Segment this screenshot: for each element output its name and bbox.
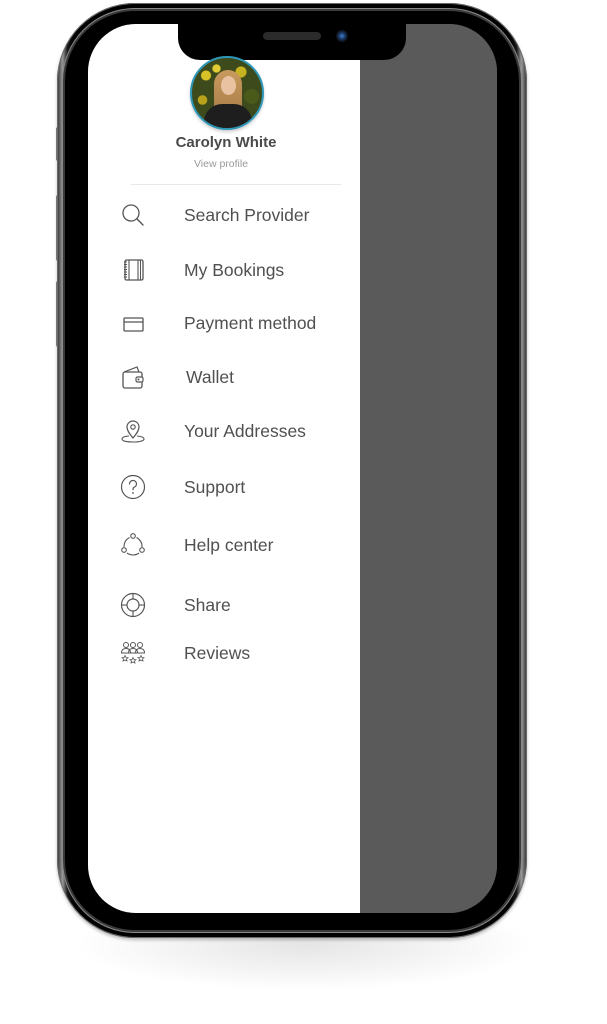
menu-item-my-bookings[interactable]: My Bookings bbox=[116, 253, 346, 287]
avatar[interactable] bbox=[190, 56, 264, 130]
menu-item-payment-method[interactable]: Payment method bbox=[116, 306, 346, 340]
avatar-body bbox=[204, 104, 252, 128]
menu-item-search-provider[interactable]: Search Provider bbox=[116, 198, 346, 232]
group-rating-icon bbox=[119, 640, 147, 666]
network-nodes-icon bbox=[119, 532, 147, 558]
menu-item-support[interactable]: Support bbox=[116, 470, 346, 504]
menu-item-your-addresses[interactable]: Your Addresses bbox=[116, 414, 346, 448]
menu-item-label: Wallet bbox=[186, 367, 234, 387]
menu-item-label: My Bookings bbox=[184, 260, 285, 280]
lifebuoy-icon bbox=[119, 592, 147, 618]
front-camera bbox=[336, 30, 348, 42]
speaker-grille bbox=[263, 32, 321, 40]
menu-item-wallet[interactable]: Wallet bbox=[116, 360, 346, 394]
drawer-scrim-overlay[interactable] bbox=[360, 24, 497, 913]
profile-name: Carolyn White bbox=[175, 134, 277, 151]
menu-item-help-center[interactable]: Help center bbox=[116, 528, 346, 562]
menu-item-label: Help center bbox=[184, 535, 274, 555]
view-profile-link[interactable]: View profile bbox=[140, 158, 302, 170]
menu-item-label: Search Provider bbox=[184, 205, 310, 225]
menu-item-label: Your Addresses bbox=[184, 421, 306, 441]
menu-item-label: Payment method bbox=[184, 313, 317, 333]
location-pin-icon bbox=[119, 418, 147, 444]
menu-item-label: Reviews bbox=[184, 643, 251, 663]
search-icon bbox=[119, 202, 147, 228]
credit-card-icon bbox=[119, 310, 147, 336]
question-circle-icon bbox=[119, 474, 147, 500]
profile-divider bbox=[131, 184, 341, 185]
wallet-icon bbox=[119, 364, 147, 390]
menu-item-label: Share bbox=[184, 595, 231, 615]
avatar-face bbox=[221, 76, 236, 95]
notebook-icon bbox=[119, 257, 147, 283]
menu-item-share[interactable]: Share bbox=[116, 588, 346, 622]
menu-item-label: Support bbox=[184, 477, 246, 497]
menu-item-reviews[interactable]: Reviews bbox=[116, 636, 346, 670]
phone-notch bbox=[178, 22, 406, 60]
